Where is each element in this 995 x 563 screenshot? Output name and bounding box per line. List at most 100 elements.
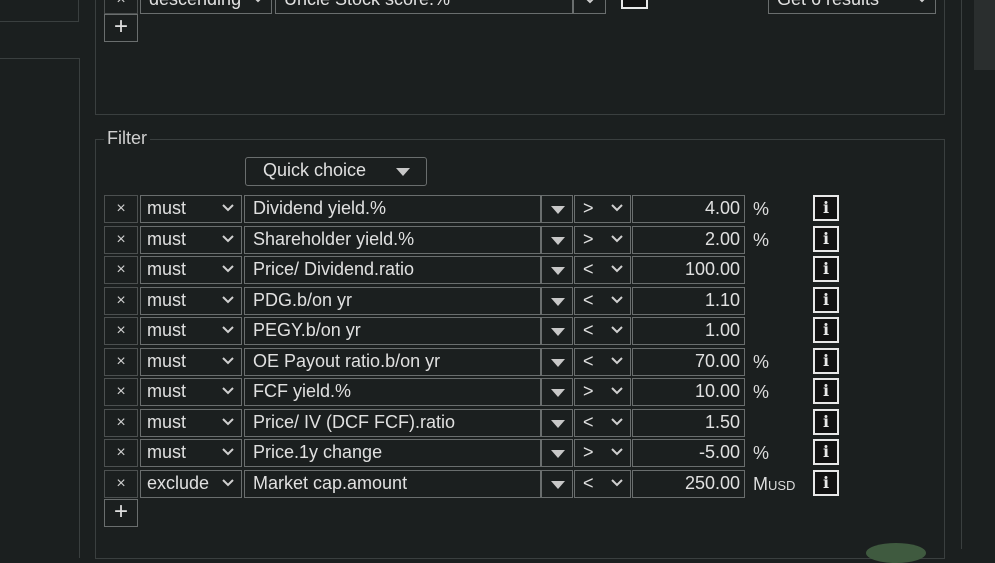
filter-field-dropdown[interactable] — [541, 287, 573, 315]
filter-field-dropdown[interactable] — [541, 226, 573, 254]
results-count-value: Get 6 results — [777, 0, 879, 9]
remove-filter-button[interactable]: × — [104, 226, 138, 254]
filter-mode-select[interactable]: must — [140, 317, 242, 345]
filter-field-input[interactable]: Price/ Dividend.ratio — [244, 256, 541, 284]
filter-field-dropdown[interactable] — [541, 317, 573, 345]
filter-operator-select[interactable]: < — [574, 317, 631, 345]
filter-field-dropdown[interactable] — [541, 256, 573, 284]
chevron-down-icon — [222, 479, 234, 487]
sort-field-dropdown[interactable] — [573, 0, 606, 14]
scrollbar-thumb[interactable] — [974, 0, 995, 70]
remove-filter-button[interactable]: × — [104, 287, 138, 315]
filter-field-input[interactable]: Shareholder yield.% — [244, 226, 541, 254]
filter-field-input[interactable]: Price.1y change — [244, 439, 541, 467]
filter-field-dropdown[interactable] — [541, 439, 573, 467]
filter-mode-select[interactable]: must — [140, 409, 242, 437]
filter-operator-select[interactable]: < — [574, 348, 631, 376]
info-icon[interactable]: i — [813, 470, 839, 496]
filter-mode-select[interactable]: must — [140, 378, 242, 406]
filter-operator-select[interactable]: > — [574, 195, 631, 223]
chevron-down-icon — [611, 448, 623, 456]
filter-field-input[interactable]: PDG.b/on yr — [244, 287, 541, 315]
filter-field-input[interactable]: OE Payout ratio.b/on yr — [244, 348, 541, 376]
sort-info-icon[interactable] — [621, 0, 648, 9]
filter-value-input[interactable]: 250.00 — [632, 470, 745, 498]
quick-choice-button[interactable]: Quick choice — [245, 157, 427, 186]
filter-value-input[interactable]: -5.00 — [632, 439, 745, 467]
info-glyph: i — [822, 351, 830, 370]
filter-unit-sub: USD — [768, 478, 796, 493]
info-icon[interactable]: i — [813, 439, 839, 465]
filter-field-dropdown[interactable] — [541, 348, 573, 376]
sort-section — [95, 0, 945, 115]
filter-value-input[interactable]: 2.00 — [632, 226, 745, 254]
sort-direction-select[interactable]: descending — [140, 0, 272, 14]
filter-field-input[interactable]: Dividend yield.% — [244, 195, 541, 223]
close-icon: × — [116, 353, 126, 370]
filter-operator-value: < — [583, 290, 594, 310]
filter-value-input[interactable]: 10.00 — [632, 378, 745, 406]
filter-mode-select[interactable]: must — [140, 226, 242, 254]
filter-operator-select[interactable]: > — [574, 439, 631, 467]
filter-mode-value: must — [147, 290, 187, 310]
filter-field-input[interactable]: Price/ IV (DCF FCF).ratio — [244, 409, 541, 437]
filter-field-input[interactable]: PEGY.b/on yr — [244, 317, 541, 345]
info-icon[interactable]: i — [813, 348, 839, 374]
remove-sort-button[interactable]: × — [104, 0, 138, 14]
add-sort-button[interactable]: + — [104, 14, 138, 42]
floating-button[interactable] — [866, 543, 926, 563]
filter-mode-select[interactable]: exclude — [140, 470, 242, 498]
chevron-down-icon — [611, 296, 623, 304]
filter-value: 250.00 — [684, 473, 740, 493]
remove-filter-button[interactable]: × — [104, 439, 138, 467]
remove-filter-button[interactable]: × — [104, 317, 138, 345]
info-icon[interactable]: i — [813, 195, 839, 221]
filter-field-dropdown[interactable] — [541, 378, 573, 406]
chevron-down-icon — [919, 0, 925, 3]
remove-filter-button[interactable]: × — [104, 256, 138, 284]
remove-filter-button[interactable]: × — [104, 470, 138, 498]
chevron-down-icon — [222, 265, 234, 273]
sort-field-input[interactable]: Uncle Stock score.% — [275, 0, 573, 14]
filter-mode-select[interactable]: must — [140, 439, 242, 467]
filter-value-input[interactable]: 4.00 — [632, 195, 745, 223]
filter-field-value: Dividend yield.% — [253, 198, 387, 218]
filter-operator-select[interactable]: < — [574, 409, 631, 437]
filter-field-input[interactable]: FCF yield.% — [244, 378, 541, 406]
info-icon[interactable]: i — [813, 378, 839, 404]
scrollbar-track[interactable] — [961, 0, 995, 549]
filter-value-input[interactable]: 100.00 — [632, 256, 745, 284]
filter-operator-select[interactable]: < — [574, 470, 631, 498]
remove-filter-button[interactable]: × — [104, 195, 138, 223]
filter-mode-select[interactable]: must — [140, 348, 242, 376]
remove-filter-button[interactable]: × — [104, 378, 138, 406]
filter-mode-select[interactable]: must — [140, 287, 242, 315]
info-glyph: i — [822, 229, 830, 248]
add-filter-button[interactable]: + — [104, 499, 138, 527]
filter-mode-select[interactable]: must — [140, 256, 242, 284]
filter-value-input[interactable]: 70.00 — [632, 348, 745, 376]
remove-filter-button[interactable]: × — [104, 348, 138, 376]
filter-value-input[interactable]: 1.00 — [632, 317, 745, 345]
filter-value-input[interactable]: 1.50 — [632, 409, 745, 437]
filter-field-dropdown[interactable] — [541, 409, 573, 437]
info-icon[interactable]: i — [813, 317, 839, 343]
info-icon[interactable]: i — [813, 409, 839, 435]
filter-mode-select[interactable]: must — [140, 195, 242, 223]
info-glyph: i — [822, 320, 830, 339]
filter-field-dropdown[interactable] — [541, 470, 573, 498]
info-icon[interactable]: i — [813, 226, 839, 252]
filter-field-dropdown[interactable] — [541, 195, 573, 223]
results-count-select[interactable]: Get 6 results — [768, 0, 936, 14]
info-icon[interactable]: i — [813, 287, 839, 313]
chevron-down-icon — [611, 387, 623, 395]
chevron-down-icon — [611, 204, 623, 212]
remove-filter-button[interactable]: × — [104, 409, 138, 437]
filter-operator-select[interactable]: > — [574, 226, 631, 254]
filter-operator-select[interactable]: < — [574, 287, 631, 315]
filter-value-input[interactable]: 1.10 — [632, 287, 745, 315]
info-icon[interactable]: i — [813, 256, 839, 282]
filter-operator-select[interactable]: < — [574, 256, 631, 284]
filter-operator-select[interactable]: > — [574, 378, 631, 406]
filter-field-input[interactable]: Market cap.amount — [244, 470, 541, 498]
